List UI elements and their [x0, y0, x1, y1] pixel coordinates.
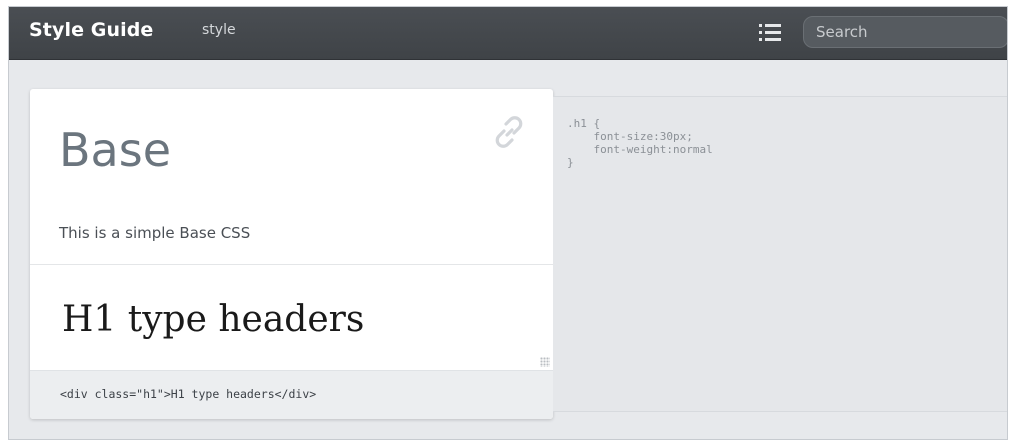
- markup-code-strip: <div class="h1">H1 type headers</div>: [30, 370, 553, 419]
- brand-title[interactable]: Style Guide: [29, 19, 153, 41]
- section-title: Base: [59, 123, 172, 177]
- markup-snippet: <div class="h1">H1 type headers</div>: [60, 387, 317, 401]
- css-code-panel: .h1 { font-size:30px; font-weight:normal…: [553, 96, 1007, 412]
- resize-grip[interactable]: [540, 357, 550, 367]
- search-input[interactable]: [803, 16, 1007, 48]
- section-divider: [30, 264, 553, 265]
- style-section-card: Base This is a simple Base CSS H1 type h…: [30, 89, 553, 419]
- page-frame: Style Guide style Base This is a simple …: [8, 6, 1008, 440]
- top-navbar: Style Guide style: [9, 7, 1007, 60]
- list-menu-icon[interactable]: [759, 22, 781, 44]
- section-subtitle[interactable]: style: [202, 22, 236, 38]
- link-icon[interactable]: [490, 113, 528, 151]
- section-description: This is a simple Base CSS: [59, 224, 251, 242]
- css-code-block: .h1 { font-size:30px; font-weight:normal…: [567, 117, 713, 169]
- h1-example-text: H1 type headers: [62, 299, 365, 340]
